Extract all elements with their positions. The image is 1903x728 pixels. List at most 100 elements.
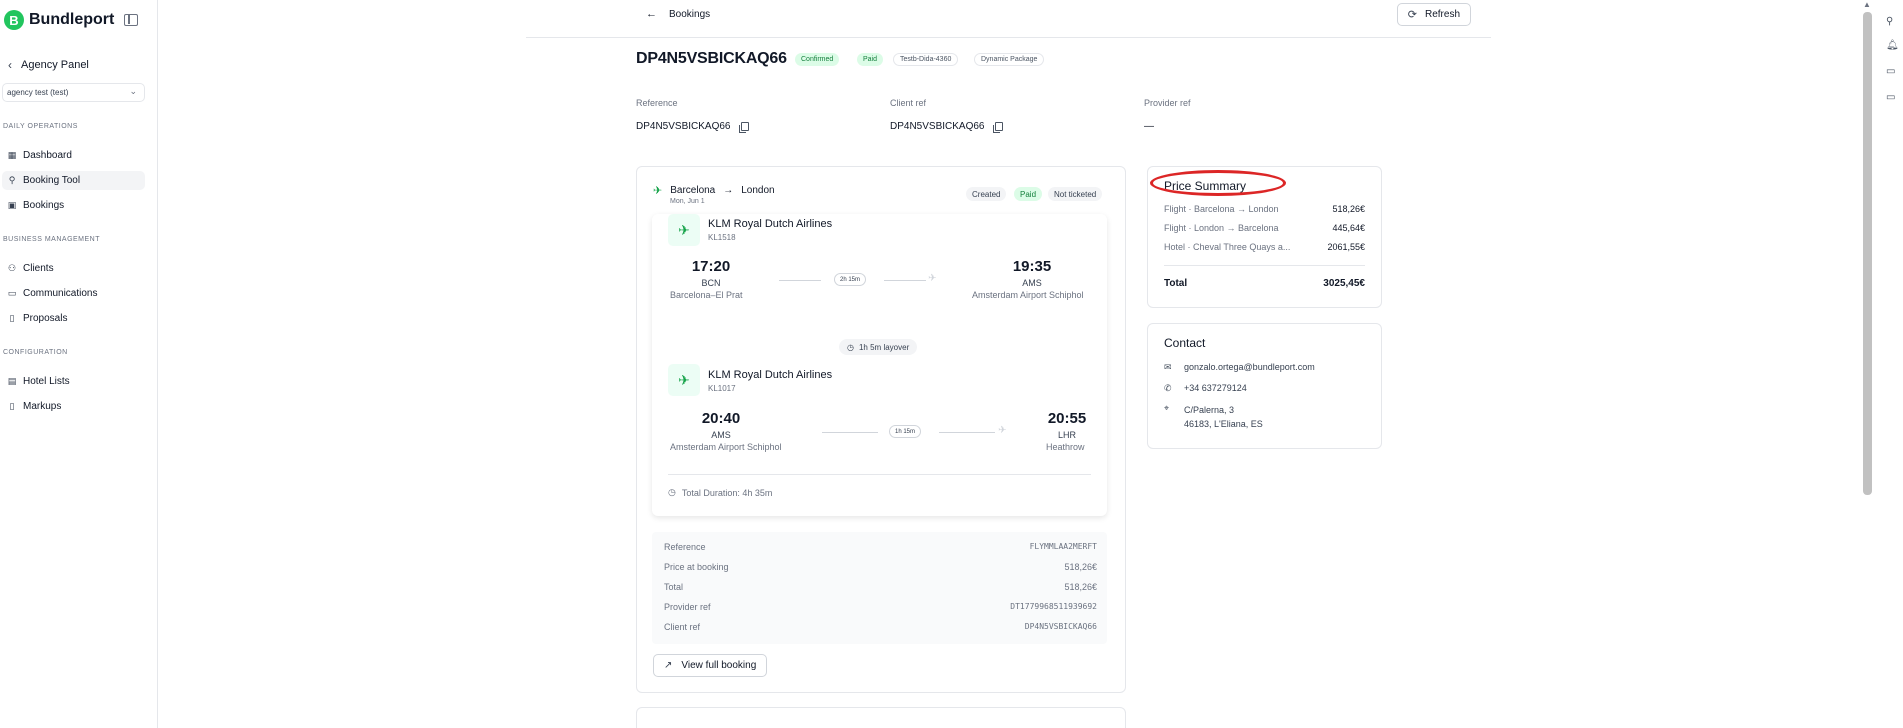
- reference-value: DP4N5VSBICKAQ66: [636, 121, 749, 133]
- sidebar-item-booking-tool[interactable]: ⚲ Booking Tool: [2, 171, 145, 190]
- address-line-1: C/Palerna, 3: [1184, 405, 1235, 415]
- search-icon: ⚲: [8, 175, 16, 185]
- route-from: Barcelona: [670, 185, 716, 196]
- search-icon[interactable]: ⚲: [1886, 16, 1893, 27]
- grid-icon: ▦: [7, 150, 17, 160]
- sidebar-item-label: Proposals: [23, 313, 68, 324]
- contact-phone-text: +34 637279124: [1184, 383, 1247, 393]
- sidebar-toggle-icon[interactable]: [124, 14, 138, 26]
- provider-ref-label: Provider ref: [1144, 98, 1191, 108]
- status-badge-not-ticketed: Not ticketed: [1048, 187, 1103, 201]
- detail-value: DP4N5VSBICKAQ66: [1024, 622, 1097, 631]
- detail-row: Provider ref DT1779968511939692: [664, 602, 1097, 616]
- chat-icon[interactable]: ▭: [1886, 66, 1895, 77]
- plane-icon: ✈: [653, 185, 663, 197]
- tag-badge-dynamic-package: Dynamic Package: [974, 53, 1045, 66]
- agency-select-value: agency test (test): [7, 88, 69, 97]
- sidebar-item-dashboard[interactable]: ▦ Dashboard: [2, 146, 145, 165]
- sidebar-item-markups[interactable]: ▯ Markups: [2, 397, 145, 416]
- plane-icon: ✈: [668, 364, 700, 396]
- view-full-booking-button[interactable]: ↗ View full booking: [653, 654, 768, 677]
- list-icon: ▤: [7, 376, 17, 386]
- scrollbar-thumb[interactable]: [1863, 12, 1872, 495]
- chevron-left-icon: ‹: [8, 58, 12, 72]
- sidebar-item-hotel-lists[interactable]: ▤ Hotel Lists: [2, 372, 145, 391]
- clock-icon: ◷: [847, 342, 854, 352]
- brand-logo-icon: B: [4, 10, 24, 30]
- app: B Bundleport ‹ Agency Panel agency test …: [0, 0, 1903, 728]
- duration-badge: 2h 15m: [834, 273, 867, 286]
- detail-value: 518,26€: [1064, 582, 1097, 592]
- departure-airport: Barcelona–El Prat: [670, 290, 743, 300]
- departure-iata: BCN: [701, 278, 721, 288]
- detail-value: 518,26€: [1064, 562, 1097, 572]
- external-link-icon: ↗: [664, 660, 673, 671]
- view-full-booking-label: View full booking: [681, 660, 757, 671]
- plane-icon: ✈: [668, 214, 700, 246]
- airline-name: KLM Royal Dutch Airlines: [708, 369, 833, 381]
- section-title-daily-operations: DAILY OPERATIONS: [3, 123, 78, 130]
- arrival-airport: Amsterdam Airport Schiphol: [972, 290, 1084, 300]
- contact-email: ✉ gonzalo.ortega@bundleport.com: [1164, 362, 1315, 373]
- document-icon: ▯: [9, 313, 15, 323]
- back-to-bookings-link[interactable]: ← Bookings: [646, 8, 710, 20]
- departure-time: 17:20: [691, 258, 731, 275]
- departure-iata: AMS: [711, 430, 731, 440]
- price-row-label: Hotel · Cheval Three Quays a...: [1164, 242, 1291, 252]
- arrival-airport: Heathrow: [1046, 442, 1085, 452]
- price-row: Hotel · Cheval Three Quays a... 2061,55€: [1164, 242, 1365, 256]
- copy-icon[interactable]: [992, 122, 1003, 133]
- agency-select[interactable]: agency test (test) ⌄: [2, 83, 145, 102]
- detail-key: Client ref: [664, 622, 701, 632]
- sidebar: B Bundleport ‹ Agency Panel agency test …: [0, 0, 158, 728]
- arrival-time: 20:55: [1047, 410, 1087, 427]
- reference-text: DP4N5VSBICKAQ66: [636, 121, 731, 132]
- price-row: Flight · Barcelona → London 518,26€: [1164, 204, 1365, 218]
- client-ref-label: Client ref: [890, 98, 927, 108]
- detail-key: Provider ref: [664, 602, 711, 612]
- divider: [1164, 265, 1365, 266]
- sidebar-item-proposals[interactable]: ▯ Proposals: [2, 309, 145, 328]
- refresh-label: Refresh: [1424, 9, 1460, 20]
- plane-icon: ✈: [998, 425, 1007, 436]
- detail-key: Reference: [664, 542, 706, 552]
- section-title-configuration: CONFIGURATION: [3, 349, 68, 356]
- copy-icon[interactable]: [738, 122, 749, 133]
- price-row-label: Flight · London → Barcelona: [1164, 223, 1279, 233]
- agency-panel-link[interactable]: ‹ Agency Panel: [8, 58, 89, 72]
- arrival-time: 19:35: [1012, 258, 1052, 275]
- arrival-iata: LHR: [1057, 430, 1076, 440]
- contact-address-text: C/Palerna, 3 46183, L'Eliana, ES: [1184, 403, 1263, 431]
- feedback-icon[interactable]: ▭: [1886, 92, 1895, 103]
- sidebar-item-label: Hotel Lists: [23, 376, 70, 387]
- arrow-right-icon: →: [723, 185, 734, 196]
- phone-icon: ✆: [1164, 383, 1172, 393]
- bell-icon[interactable]: 🔔︎: [1886, 40, 1899, 51]
- topbar: ← Bookings ⟳ Refresh: [526, 0, 1491, 38]
- flight-segments: ✈ KLM Royal Dutch Airlines KL1518 17:20 …: [652, 214, 1107, 516]
- tag-badge-testb: Testb-Dida-4360: [893, 53, 959, 66]
- arrow-left-icon: ←: [646, 8, 657, 20]
- contact-address: ⌖ C/Palerna, 3 46183, L'Eliana, ES: [1164, 403, 1263, 431]
- client-ref-text: DP4N5VSBICKAQ66: [890, 121, 985, 132]
- sidebar-item-bookings[interactable]: ▣ Bookings: [2, 196, 145, 215]
- detail-row: Client ref DP4N5VSBICKAQ66: [664, 622, 1097, 636]
- sidebar-item-label: Dashboard: [23, 150, 72, 161]
- sidebar-item-communications[interactable]: ▭ Communications: [2, 284, 145, 303]
- refresh-button[interactable]: ⟳ Refresh: [1396, 3, 1471, 26]
- price-row-label: Flight · Barcelona → London: [1164, 204, 1279, 214]
- route: ✈ Barcelona → London: [653, 184, 775, 197]
- scroll-up-arrow[interactable]: ▲: [1863, 0, 1871, 9]
- sidebar-item-label: Clients: [23, 263, 54, 274]
- detail-key: Total: [664, 582, 684, 592]
- brand[interactable]: B Bundleport: [4, 10, 114, 30]
- agency-panel-label: Agency Panel: [21, 59, 89, 71]
- detail-value: DT1779968511939692: [1010, 602, 1097, 611]
- sidebar-item-clients[interactable]: ⚇ Clients: [2, 259, 145, 278]
- plane-icon: ✈: [928, 273, 937, 284]
- contact-email-text: gonzalo.ortega@bundleport.com: [1184, 362, 1315, 372]
- next-service-card: [636, 707, 1126, 728]
- total-duration: ◷ Total Duration: 4h 35m: [668, 487, 772, 498]
- departure-airport: Amsterdam Airport Schiphol: [670, 442, 782, 452]
- layover-text: 1h 5m layover: [858, 342, 910, 352]
